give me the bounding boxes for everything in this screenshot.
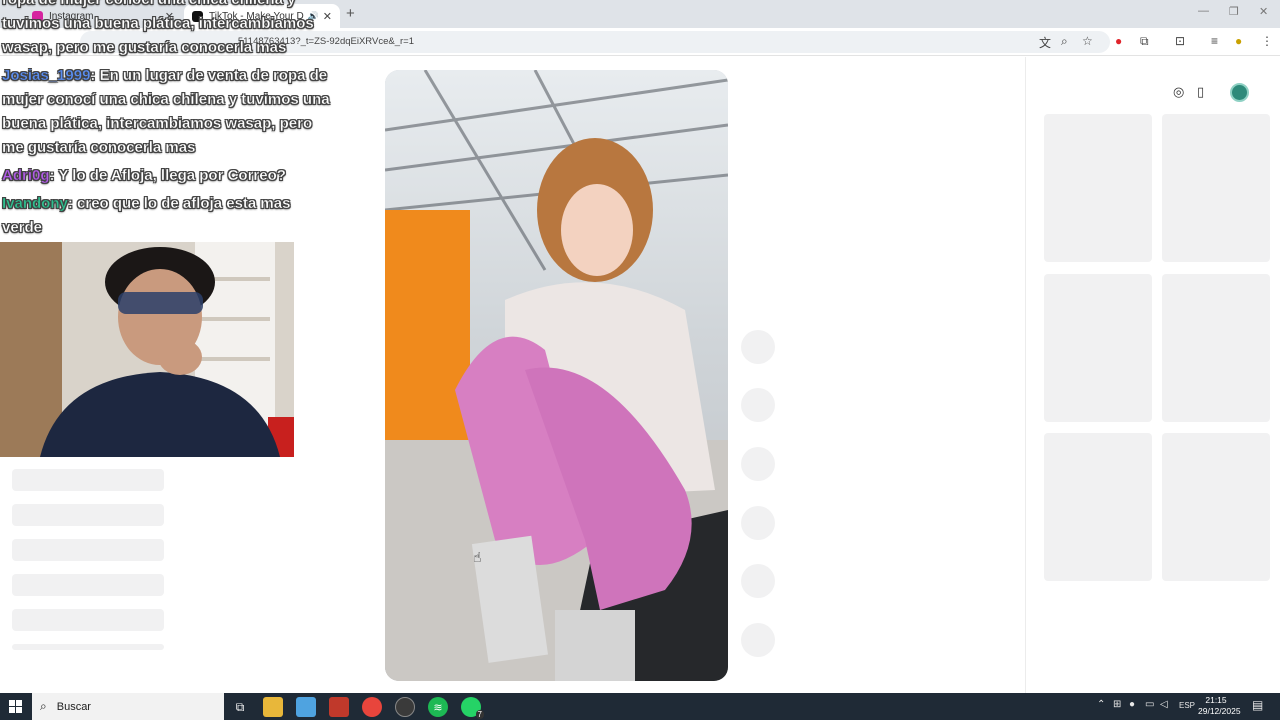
task-view-icon[interactable]: ⧉ bbox=[230, 697, 250, 717]
sidebar-divider bbox=[1025, 57, 1026, 693]
media-icon[interactable]: ≡ bbox=[1211, 34, 1218, 48]
skeleton-card bbox=[1162, 433, 1270, 581]
new-tab-icon[interactable]: + bbox=[346, 5, 355, 22]
bookmark-star-icon[interactable]: ☆ bbox=[1082, 34, 1093, 48]
comment-button[interactable] bbox=[741, 388, 775, 422]
notification-badge: 7 bbox=[475, 710, 484, 719]
chat-message: Ivandony: creo que lo de afloja esta mas… bbox=[2, 192, 332, 240]
chat-message: Josias_1999: En un lugar de venta de rop… bbox=[2, 64, 332, 160]
maximize-button[interactable]: ❐ bbox=[1229, 5, 1239, 18]
menu-icon[interactable]: ⋮ bbox=[1261, 34, 1273, 48]
skeleton-card bbox=[1044, 433, 1152, 581]
skeleton-card bbox=[1162, 114, 1270, 262]
stream-chat-overlay: ropa de mujer conocí una chica chilena y… bbox=[2, 0, 332, 240]
date: 29/12/2025 bbox=[1198, 706, 1241, 716]
translate-icon[interactable]: 文 bbox=[1039, 34, 1051, 51]
extensions-icon[interactable]: ⧉ bbox=[1140, 34, 1149, 49]
spotify-icon[interactable]: ≋ bbox=[428, 697, 448, 717]
save-button[interactable] bbox=[741, 447, 775, 481]
skeleton-row bbox=[12, 539, 164, 561]
skeleton-card bbox=[1044, 274, 1152, 422]
app-icon[interactable] bbox=[329, 697, 349, 717]
search-icon: ⌕ bbox=[40, 699, 47, 713]
chat-line: wasap, pero me gustaría conocerla mas bbox=[2, 39, 287, 56]
screenshot-icon[interactable]: ⊡ bbox=[1175, 34, 1185, 48]
search-placeholder: Buscar bbox=[56, 700, 91, 713]
opera-icon[interactable]: ● bbox=[1115, 34, 1122, 48]
sound-button[interactable] bbox=[741, 623, 775, 657]
chat-username: Adri0g bbox=[2, 167, 50, 184]
file-explorer-icon[interactable] bbox=[263, 697, 283, 717]
microphone-icon[interactable]: ● bbox=[1129, 699, 1135, 710]
windows-start-icon[interactable] bbox=[9, 700, 22, 713]
minimize-button[interactable]: — bbox=[1198, 5, 1209, 17]
chrome-icon[interactable] bbox=[362, 697, 382, 717]
notepad-icon[interactable] bbox=[296, 697, 316, 717]
chat-line: tuvimos una buena plática, intercambiamo… bbox=[2, 15, 314, 32]
compass-icon[interactable]: ◎ bbox=[1173, 84, 1184, 100]
network-icon[interactable]: ⊞ bbox=[1113, 699, 1121, 710]
clock[interactable]: 21:15 29/12/2025 bbox=[1198, 695, 1241, 717]
skeleton-card bbox=[1044, 114, 1152, 262]
profile-icon[interactable]: ● bbox=[1235, 34, 1242, 48]
skeleton-card bbox=[1162, 274, 1270, 422]
chat-username: Ivandony bbox=[2, 195, 68, 212]
language-indicator[interactable]: ESP bbox=[1179, 701, 1195, 710]
webcam-feed bbox=[0, 242, 294, 457]
chat-username: Josias_1999 bbox=[2, 67, 91, 84]
webcam-image bbox=[0, 242, 294, 457]
skeleton-row bbox=[12, 644, 164, 650]
notification-center-icon[interactable]: ▤ bbox=[1252, 698, 1263, 712]
whatsapp-icon[interactable]: 7 bbox=[461, 697, 484, 719]
show-hidden-icons[interactable]: ⌃ bbox=[1097, 699, 1105, 710]
tiktok-video[interactable] bbox=[385, 70, 728, 681]
share-button[interactable] bbox=[741, 506, 775, 540]
taskbar-search[interactable]: ⌕ Buscar bbox=[32, 693, 224, 720]
skeleton-row bbox=[12, 609, 164, 631]
time: 21:15 bbox=[1205, 695, 1227, 705]
skeleton-row bbox=[12, 469, 164, 491]
taskbar: ⌕ Buscar ⧉ ≋ 7 ⌃ ⊞ ● ▭ ◁ ESP 21:15 29/12… bbox=[0, 693, 1280, 720]
user-avatar[interactable] bbox=[1230, 83, 1249, 102]
mouse-cursor-icon: ☝ bbox=[473, 549, 482, 565]
volume-icon[interactable]: ◁ bbox=[1160, 699, 1168, 710]
chat-message: Adri0g: Y lo de Afloja, llega por Correo… bbox=[2, 164, 332, 188]
zoom-icon[interactable]: ⌕ bbox=[1061, 34, 1068, 49]
screen: Instagram ✕ TikTok - Make Your Day 🔊 ✕ +… bbox=[0, 0, 1280, 720]
skeleton-row bbox=[12, 574, 164, 596]
like-button[interactable] bbox=[741, 330, 775, 364]
chat-text: : Y lo de Afloja, llega por Correo? bbox=[49, 167, 286, 184]
obs-icon[interactable] bbox=[395, 697, 415, 717]
phone-icon[interactable]: ▯ bbox=[1197, 84, 1204, 100]
video-frame bbox=[385, 70, 728, 681]
more-button[interactable] bbox=[741, 564, 775, 598]
close-window-button[interactable]: ✕ bbox=[1259, 5, 1268, 18]
skeleton-row bbox=[12, 504, 164, 526]
wifi-icon[interactable]: ▭ bbox=[1145, 699, 1154, 710]
chat-line: ropa de mujer conocí una chica chilena y bbox=[2, 0, 332, 12]
